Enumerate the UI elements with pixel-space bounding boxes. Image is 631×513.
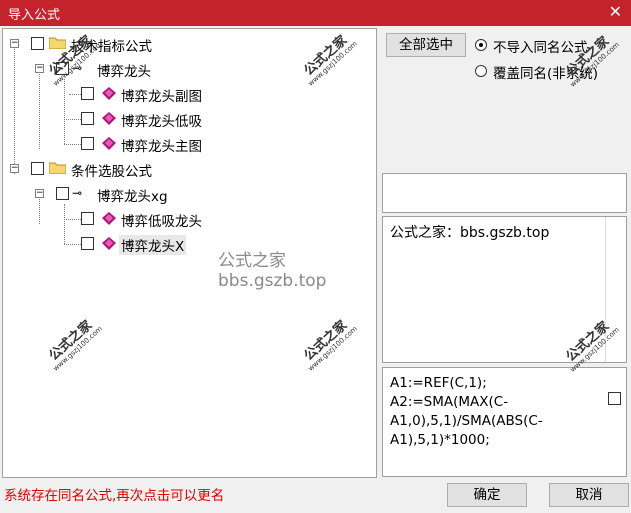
formula-code: A1:=REF(C,1); A2:=SMA(MAX(C- A1,0),5,1)/…	[390, 375, 543, 448]
tree-item-label: 博弈龙头xg	[97, 189, 168, 205]
collapse-icon[interactable]: −	[10, 39, 19, 48]
watermark-stamp: 公式之家 www.gszj100.com	[301, 317, 359, 373]
info-text: 公式之家：bbs.gszb.top	[390, 225, 550, 241]
tree-checkbox[interactable]	[81, 112, 94, 125]
tree-item-screening-formulas[interactable]: − 条件选股公式	[3, 158, 203, 180]
formula-gem-icon	[102, 237, 116, 250]
collapse-icon[interactable]: −	[10, 164, 19, 173]
title-bar: 导入公式 ✕	[0, 0, 631, 26]
select-all-button[interactable]: 全部选中	[386, 33, 466, 57]
tree-item-label: 博弈龙头低吸	[121, 114, 202, 130]
tree-item-label: 博弈龙头	[97, 64, 151, 80]
radio-label: 不导入同名公式	[493, 40, 588, 56]
description-box	[382, 173, 627, 213]
folder-icon	[49, 162, 66, 174]
formula-preview: A1:=REF(C,1); A2:=SMA(MAX(C- A1,0),5,1)/…	[382, 367, 627, 477]
tree-item-boyi-longtou-xg[interactable]: − ⊸ 博弈龙头xg	[3, 183, 203, 205]
tree-checkbox[interactable]	[81, 137, 94, 150]
tree-checkbox[interactable]	[81, 87, 94, 100]
formula-gem-icon	[102, 212, 116, 225]
tree-item-label: 博弈龙头副图	[121, 89, 202, 105]
tree-item-formula-selected[interactable]: 博弈龙头X	[3, 233, 233, 255]
window-title: 导入公式	[8, 8, 61, 23]
tree-item-formula[interactable]: 博弈龙头主图	[3, 133, 233, 155]
formula-gem-icon	[102, 87, 116, 100]
ok-button[interactable]: 确定	[447, 483, 527, 507]
tree-item-label: 条件选股公式	[71, 164, 152, 180]
tree-item-formula[interactable]: 博弈龙头副图	[3, 83, 233, 105]
collapse-icon[interactable]: −	[35, 189, 44, 198]
tree-checkbox[interactable]	[31, 162, 44, 175]
formula-tree[interactable]: − 技术指标公式 − ⊸ 博弈龙头 博弈龙头副图 博弈龙头低吸 博弈龙头主图 −…	[2, 28, 377, 478]
radio-button[interactable]	[475, 39, 487, 51]
tree-checkbox[interactable]	[81, 237, 94, 250]
close-icon[interactable]: ✕	[609, 2, 622, 21]
tree-item-boyi-longtou[interactable]: − ⊸ 博弈龙头	[3, 58, 203, 80]
key-icon: ⊸	[72, 186, 83, 200]
formula-gem-icon	[102, 112, 116, 125]
cancel-button[interactable]: 取消	[549, 483, 629, 507]
formula-checkbox[interactable]	[608, 392, 621, 405]
formula-gem-icon	[102, 137, 116, 150]
tree-item-label: 博弈低吸龙头	[121, 214, 202, 230]
tree-item-indicator-formulas[interactable]: − 技术指标公式	[3, 33, 203, 55]
tree-item-formula[interactable]: 博弈龙头低吸	[3, 108, 233, 130]
tree-checkbox[interactable]	[81, 212, 94, 225]
watermark-stamp: 公式之家 www.gszj100.com	[46, 317, 104, 373]
radio-button[interactable]	[475, 65, 487, 77]
tree-item-formula[interactable]: 博弈低吸龙头	[3, 208, 233, 230]
tree-checkbox[interactable]	[31, 37, 44, 50]
folder-icon	[49, 37, 66, 49]
watermark-stamp: 公式之家 www.gszj100.com	[301, 32, 359, 88]
status-message: 系统存在同名公式,再次点击可以更名	[4, 488, 225, 504]
tree-checkbox[interactable]	[56, 187, 69, 200]
tree-item-label: 博弈龙头主图	[121, 139, 202, 155]
collapse-icon[interactable]: −	[35, 64, 44, 73]
tree-item-label: 博弈龙头X	[119, 235, 187, 255]
watermark-text: 公式之家 bbs.gszb.top	[218, 251, 327, 291]
